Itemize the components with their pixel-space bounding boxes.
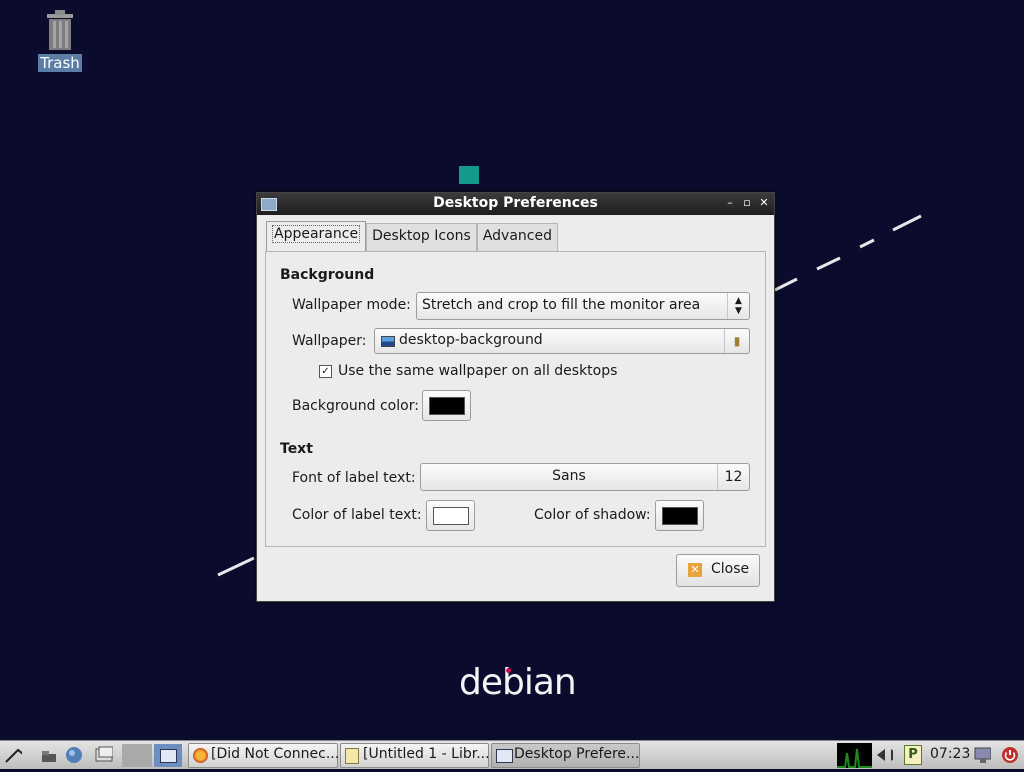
close-icon: ✕ [688, 563, 702, 577]
document-icon [345, 748, 359, 764]
task-desktop-preferences-label: Desktop Prefere... [514, 746, 640, 762]
taskbar: [Did Not Connec... [Untitled 1 - Libr...… [0, 740, 1024, 769]
desktop-preferences-dialog: Desktop Preferences – ▫ ✕ Appearance Des… [256, 192, 775, 602]
same-wallpaper-label[interactable]: Use the same wallpaper on all desktops [338, 363, 617, 379]
workspace-window-icon [160, 749, 177, 763]
tab-appearance-label: Appearance [272, 225, 361, 243]
wallpaper-file-chooser[interactable]: desktop-background ▮ [374, 328, 750, 354]
close-button-label: Close [711, 561, 750, 577]
web-browser-icon[interactable] [65, 746, 83, 764]
task-desktop-preferences[interactable]: Desktop Prefere... [491, 743, 640, 768]
firefox-icon [193, 748, 208, 763]
dialog-titlebar[interactable]: Desktop Preferences – ▫ ✕ [257, 193, 774, 215]
font-name: Sans [552, 468, 586, 484]
minimize-icon[interactable]: – [724, 196, 736, 210]
task-firefox[interactable]: [Did Not Connec... [188, 743, 340, 768]
close-button[interactable]: ✕ Close [676, 554, 760, 587]
background-color-swatch [429, 397, 465, 415]
workspace-2[interactable] [154, 744, 182, 767]
tab-appearance[interactable]: Appearance [266, 221, 367, 251]
power-manager-icon[interactable]: P [904, 745, 922, 765]
tab-desktop-icons[interactable]: Desktop Icons [366, 223, 477, 251]
workspace-1[interactable] [122, 744, 152, 767]
font-size: 12 [717, 464, 749, 490]
wallpaper-label: Wallpaper: [292, 333, 367, 349]
trash-label: Trash [38, 54, 82, 72]
debian-logo: debian [459, 662, 577, 703]
label-color-button[interactable] [426, 500, 475, 531]
cpu-monitor [837, 743, 872, 768]
font-label: Font of label text: [292, 470, 416, 486]
background-section-title: Background [280, 267, 375, 283]
background-color-button[interactable] [422, 390, 471, 421]
background-color-label: Background color: [292, 398, 419, 414]
tab-advanced-label: Advanced [482, 228, 552, 244]
network-icon[interactable] [875, 746, 893, 764]
shadow-color-swatch [662, 507, 698, 525]
tab-desktop-icons-label: Desktop Icons [372, 228, 471, 244]
folder-icon: ▮ [724, 329, 749, 353]
window-icon [496, 749, 513, 763]
task-libreoffice-label: [Untitled 1 - Libr... [363, 746, 490, 762]
tab-advanced[interactable]: Advanced [476, 223, 558, 251]
start-menu-icon[interactable] [4, 746, 22, 764]
clock[interactable]: 07:23 [930, 746, 970, 762]
text-section-title: Text [280, 441, 313, 457]
appearance-panel: Background Wallpaper mode: Stretch and c… [265, 251, 766, 547]
close-window-icon[interactable]: ✕ [758, 196, 770, 210]
wallpaper-mode-select[interactable]: Stretch and crop to fill the monitor are… [416, 292, 750, 320]
image-file-icon [381, 336, 395, 347]
task-libreoffice[interactable]: [Untitled 1 - Libr... [340, 743, 490, 768]
shadow-color-button[interactable] [655, 500, 704, 531]
wallpaper-mode-value: Stretch and crop to fill the monitor are… [422, 297, 701, 313]
same-wallpaper-checkbox[interactable]: ✓ [319, 365, 332, 378]
wallpaper-mode-label: Wallpaper mode: [292, 297, 411, 313]
dialog-title: Desktop Preferences [433, 195, 598, 211]
updown-arrows-icon: ▲ ▼ [727, 293, 749, 319]
tab-bar: Appearance Desktop Icons Advanced [266, 221, 558, 251]
label-color-label: Color of label text: [292, 507, 422, 523]
trash-icon [45, 8, 75, 52]
cpu-graph-icon [837, 748, 872, 768]
font-chooser-button[interactable]: Sans 12 [420, 463, 750, 491]
debian-logo-dot [506, 668, 511, 673]
task-firefox-label: [Did Not Connec... [211, 746, 340, 762]
shadow-color-label: Color of shadow: [534, 507, 651, 523]
show-desktop-icon[interactable] [95, 746, 113, 764]
trash-desktop-item[interactable]: Trash [36, 8, 84, 72]
wallpaper-file-name: desktop-background [399, 332, 543, 348]
logout-icon[interactable] [1001, 746, 1019, 764]
file-manager-icon[interactable] [40, 746, 58, 764]
label-color-swatch [433, 507, 469, 525]
maximize-icon[interactable]: ▫ [741, 196, 753, 210]
debian-logo-text: debian [459, 662, 577, 703]
lock-screen-icon[interactable] [973, 746, 991, 764]
